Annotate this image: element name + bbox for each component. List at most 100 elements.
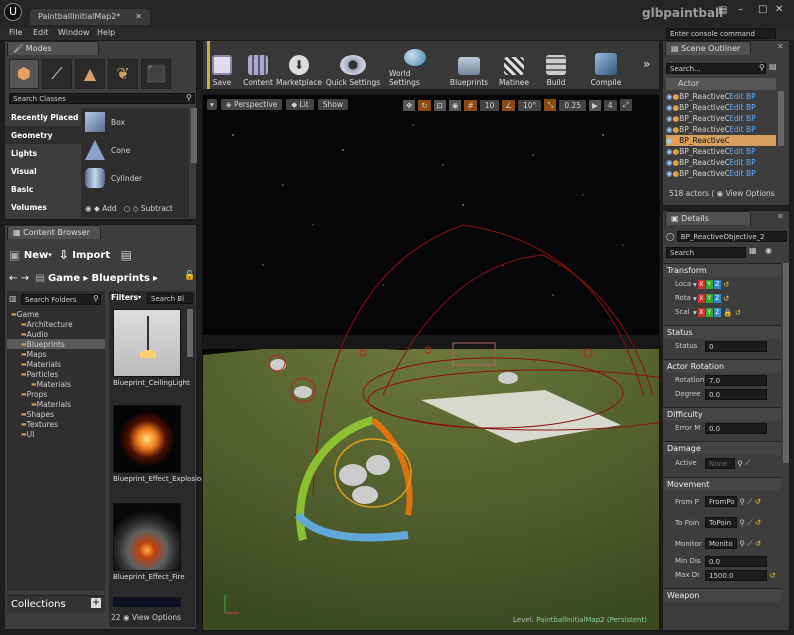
scrollbar[interactable] — [191, 108, 197, 163]
folder-item[interactable]: ▬ Maps — [7, 349, 105, 359]
list-item[interactable]: Cylinder — [81, 164, 189, 192]
translate-icon[interactable]: ✥ — [403, 99, 416, 111]
search-folders-input[interactable]: Search Folders — [21, 294, 101, 305]
x-field[interactable]: X — [697, 279, 705, 289]
marketplace-button[interactable]: ⬇ Marketplace — [276, 49, 322, 87]
browse-icon[interactable]: ⚲ — [739, 518, 745, 527]
menu-edit[interactable]: Edit — [33, 28, 49, 37]
category-lights[interactable]: Lights — [5, 144, 81, 162]
category-recently-placed[interactable]: Recently Placed — [5, 108, 81, 126]
browse-icon[interactable]: ⚲ — [737, 459, 743, 468]
angle-size[interactable]: 10° — [518, 99, 542, 111]
viewport-menu-icon[interactable]: ▾ — [207, 99, 217, 110]
back-icon[interactable]: ← — [9, 273, 17, 284]
console-input[interactable]: Enter console command — [666, 28, 776, 39]
camera-speed[interactable]: 4 — [603, 99, 617, 111]
lit-button[interactable]: ◆ Lit — [286, 99, 314, 110]
max-input[interactable]: 1500.0 — [705, 569, 767, 581]
y-field[interactable]: Y — [705, 279, 713, 289]
minimize-icon[interactable]: – — [738, 4, 743, 15]
degrees-input[interactable]: 0.0 — [705, 388, 767, 400]
scale-size[interactable]: 0.25 — [559, 99, 587, 111]
paint-mode-icon[interactable]: ⟋ — [42, 59, 72, 89]
camera-speed-icon[interactable]: ▶ — [589, 99, 601, 111]
outliner-row[interactable]: ◉ ● BP_ReactiveO Edit BP — [666, 91, 776, 102]
status-input[interactable]: 0 — [705, 340, 767, 352]
new-button[interactable]: New — [24, 250, 48, 261]
view-options-button[interactable]: View Options — [132, 613, 181, 622]
details-search-input[interactable]: Search — [666, 247, 746, 258]
difficulty-section[interactable]: Difficulty — [663, 407, 781, 421]
folder-item[interactable]: ▬ Shapes — [7, 409, 105, 419]
weapon-section[interactable]: Weapon — [663, 588, 781, 602]
reset-icon[interactable]: ↺ — [755, 518, 761, 527]
list-item[interactable]: Cone — [81, 136, 189, 164]
folder-item[interactable]: ▬ Materials — [7, 399, 105, 409]
actor-rotation-section[interactable]: Actor Rotation — [663, 359, 781, 373]
ceiling-light-thumbnail[interactable] — [113, 309, 181, 377]
folder-item[interactable]: ▬ Game — [7, 309, 105, 319]
save-all-icon[interactable]: ▤ — [121, 248, 132, 262]
active-select[interactable]: None — [705, 457, 735, 469]
edit-blueprint-link[interactable]: Edit BP — [729, 103, 756, 112]
category-geometry[interactable]: Geometry — [5, 126, 81, 144]
next-asset-thumbnail[interactable] — [113, 597, 181, 607]
outliner-row[interactable]: ◉ ● BP_ReactiveO — [666, 135, 776, 146]
close-icon[interactable]: ✕ — [777, 42, 784, 51]
reset-icon[interactable]: ↺ — [723, 294, 729, 303]
edit-blueprint-link[interactable]: Edit BP — [729, 158, 756, 167]
edit-blueprint-link[interactable]: Edit BP — [729, 169, 756, 178]
more-icon[interactable]: » — [643, 57, 650, 71]
foliage-mode-icon[interactable]: ❦ — [108, 59, 138, 89]
outliner-row[interactable]: ◉ ● BP_ReactiveO Edit BP — [666, 124, 776, 135]
add-radio[interactable]: ◉ — [85, 204, 92, 213]
scale-icon[interactable]: ⊡ — [433, 99, 446, 111]
y-field[interactable]: Y — [705, 307, 713, 317]
rotate-icon[interactable]: ↻ — [418, 99, 431, 111]
scrollbar[interactable] — [778, 91, 784, 146]
monitor-select[interactable]: Monito — [705, 538, 737, 549]
z-field[interactable]: Z — [713, 307, 721, 317]
lock-icon[interactable]: 🔓 — [184, 271, 195, 281]
content-button[interactable]: Content — [241, 49, 275, 87]
actor-name-input[interactable]: BP_ReactiveObjective_2 — [676, 231, 787, 242]
picker-icon[interactable]: ⟋ — [747, 518, 752, 528]
outliner-settings-icon[interactable]: ▤ — [769, 62, 777, 71]
property-matrix-icon[interactable]: ▦ — [749, 246, 757, 255]
forward-icon[interactable]: → — [21, 273, 29, 284]
subtract-radio[interactable]: ○ — [124, 204, 131, 213]
place-mode-icon[interactable]: ⬢ — [9, 59, 39, 89]
fire-thumbnail[interactable] — [113, 503, 181, 571]
menu-window[interactable]: Window — [58, 28, 90, 37]
reset-icon[interactable]: ↺ — [755, 497, 761, 506]
save-button[interactable]: Save — [211, 49, 233, 87]
to-select[interactable]: ToPoin — [705, 517, 737, 528]
geometry-mode-icon[interactable]: ⬛ — [141, 59, 171, 89]
reset-icon[interactable]: ↺ — [735, 308, 741, 317]
reset-icon[interactable]: ↺ — [755, 539, 761, 548]
world-icon[interactable]: ◉ — [448, 99, 462, 111]
actor-column-header[interactable]: Actor — [666, 78, 776, 90]
explosion-thumbnail[interactable] — [113, 405, 181, 473]
outliner-row[interactable]: ◉ ● BP_ReactiveO Edit BP — [666, 146, 776, 157]
close-icon[interactable]: ✕ — [777, 212, 784, 221]
scrollbar[interactable] — [783, 263, 789, 463]
quick-settings-button[interactable]: Quick Settings — [325, 49, 381, 87]
menu-file[interactable]: File — [9, 28, 22, 37]
picker-icon[interactable]: ⟋ — [747, 539, 752, 549]
outliner-row[interactable]: ◉ ● BP_ReactiveO Edit BP — [666, 157, 776, 168]
edit-blueprint-link[interactable]: Edit BP — [729, 114, 756, 123]
from-select[interactable]: FromPo — [705, 496, 737, 507]
browse-icon[interactable]: ⚲ — [739, 497, 745, 506]
filters-button[interactable]: Filters ▾ — [111, 293, 141, 302]
modes-tab[interactable]: 🖌 Modes — [7, 41, 99, 55]
folder-item[interactable]: ▬ Materials — [7, 379, 105, 389]
rotation-input[interactable]: 7.0 — [705, 374, 767, 386]
eye-icon[interactable]: ◉ — [765, 246, 772, 255]
y-field[interactable]: Y — [705, 293, 713, 303]
angle-snap-icon[interactable]: ∠ — [502, 99, 516, 111]
show-button[interactable]: Show — [317, 99, 348, 110]
folder-item[interactable]: ▬ Audio — [7, 329, 105, 339]
folder-item[interactable]: ▬ Materials — [7, 359, 105, 369]
view-options-button[interactable]: View Options — [726, 189, 775, 198]
